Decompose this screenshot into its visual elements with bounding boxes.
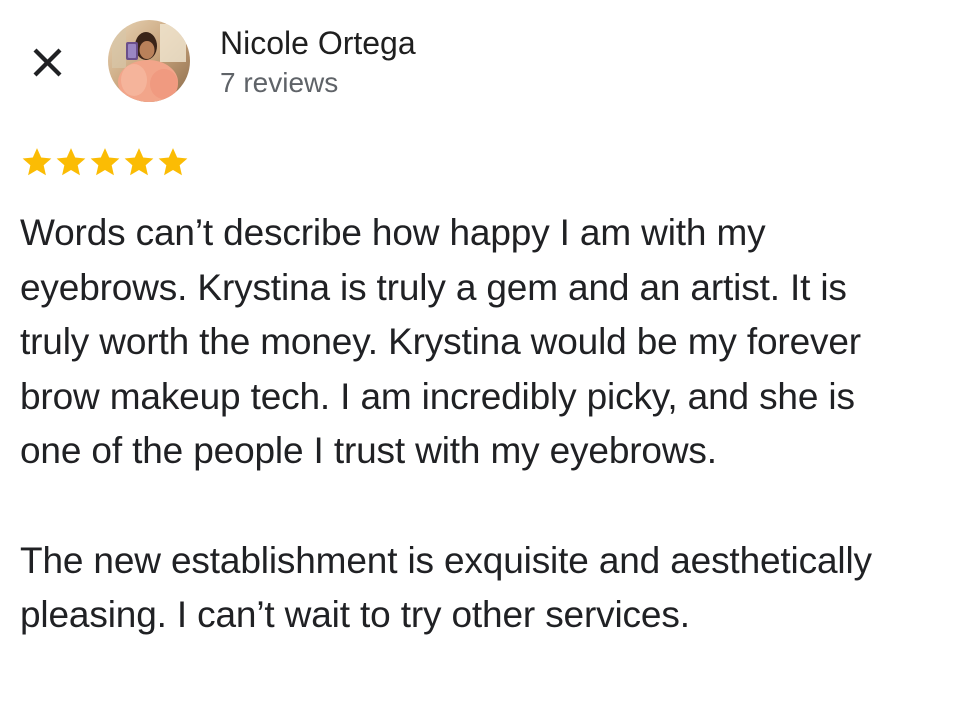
star-icon (22, 148, 52, 176)
star-icon (90, 148, 120, 176)
star-icon (158, 148, 188, 176)
star-icon (56, 148, 86, 176)
close-icon (33, 48, 62, 77)
review-text: Words can’t describe how happy I am with… (20, 206, 960, 643)
avatar[interactable] (108, 20, 190, 102)
review-header: Nicole Ortega 7 reviews (0, 0, 960, 120)
reviewer-name[interactable]: Nicole Ortega (220, 23, 416, 63)
avatar-photo (108, 20, 190, 102)
review-count: 7 reviews (220, 67, 339, 98)
review-paragraph: The new establishment is exquisite and a… (20, 539, 872, 636)
star-rating (20, 144, 190, 182)
star-icon (124, 148, 154, 176)
review-paragraph: Words can’t describe how happy I am with… (20, 212, 861, 472)
close-button[interactable] (22, 38, 74, 90)
